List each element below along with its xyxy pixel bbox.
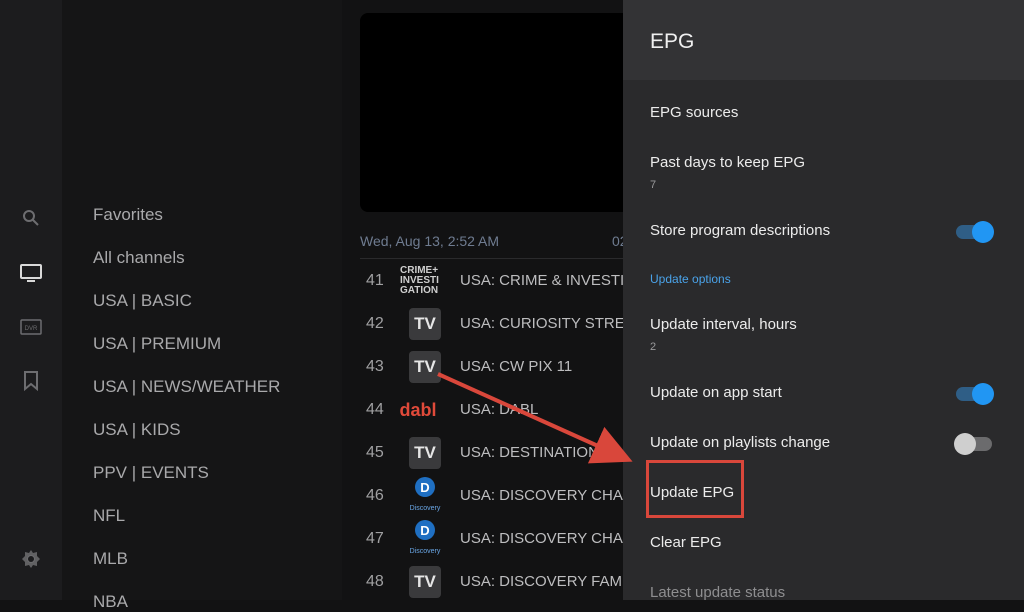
channel-logo: TV (408, 565, 442, 599)
discovery-logo-text: Discovery (409, 505, 441, 512)
category-item[interactable]: NFL (93, 506, 125, 526)
channel-row[interactable]: 46 D Discovery USA: DISCOVERY CHAN (360, 475, 640, 518)
discovery-logo-text: Discovery (409, 548, 441, 555)
toggle-knob (954, 433, 976, 455)
channel-row[interactable]: 48 TV USA: DISCOVERY FAMILY (360, 561, 644, 604)
category-item[interactable]: PPV | EVENTS (93, 463, 209, 483)
channel-logo: CRIME+ INVESTI GATION (400, 264, 442, 298)
channel-logo: D Discovery (408, 520, 442, 558)
category-item[interactable]: MLB (93, 549, 128, 569)
channel-number: 46 (366, 487, 384, 504)
channel-logo: TV (408, 307, 442, 341)
channel-row[interactable]: 43 TV USA: CW PIX 11 (360, 346, 640, 389)
update-interval-item[interactable]: Update interval, hours (650, 316, 797, 333)
video-preview[interactable] (360, 13, 660, 212)
channel-row[interactable]: 44 dabl USA: DABL (360, 389, 640, 432)
channel-name: USA: DABL (460, 401, 539, 418)
category-item[interactable]: USA | PREMIUM (93, 334, 221, 354)
dvr-icon[interactable]: DVR (19, 315, 43, 339)
toggle-knob (972, 383, 994, 405)
store-descriptions-toggle[interactable] (956, 221, 994, 243)
panel-title: EPG (650, 30, 695, 53)
category-item[interactable]: USA | NEWS/WEATHER (93, 377, 280, 397)
nav-rail: DVR (0, 0, 62, 600)
channel-number: 42 (366, 315, 384, 332)
epg-sources-item[interactable]: EPG sources (650, 104, 738, 121)
channel-number: 43 (366, 358, 384, 375)
panel-header: EPG (623, 0, 1024, 80)
update-interval-value: 2 (650, 341, 657, 353)
category-item[interactable]: NBA (93, 592, 128, 612)
update-on-playlist-toggle[interactable] (954, 433, 992, 455)
dvr-label: DVR (25, 326, 38, 332)
bookmark-icon[interactable] (19, 369, 43, 393)
channel-number: 45 (366, 444, 384, 461)
channel-name: USA: DISCOVERY CHAN (460, 530, 634, 547)
channel-row[interactable]: 42 TV USA: CURIOSITY STREAM (360, 303, 647, 346)
update-epg-highlight (646, 460, 744, 518)
channel-name: USA: DISCOVERY CHAN (460, 487, 634, 504)
tv-icon[interactable] (19, 261, 43, 285)
tv-logo-icon: TV (409, 437, 441, 469)
settings-icon[interactable] (19, 547, 43, 571)
past-days-value: 7 (650, 179, 657, 191)
channel-name: USA: DISCOVERY FAMILY (460, 573, 644, 590)
discovery-logo: D Discovery (408, 477, 442, 515)
update-on-playlist-item[interactable]: Update on playlists change (650, 434, 830, 451)
latest-update-status-item[interactable]: Latest update status (650, 584, 785, 601)
channel-logo: TV (408, 350, 442, 384)
category-item[interactable]: USA | BASIC (93, 291, 192, 311)
category-item[interactable]: All channels (93, 248, 185, 268)
update-on-start-item[interactable]: Update on app start (650, 384, 782, 401)
search-icon[interactable] (19, 206, 43, 230)
tv-logo-icon: TV (409, 566, 441, 598)
channel-name: USA: CW PIX 11 (460, 358, 573, 375)
store-descriptions-item[interactable]: Store program descriptions (650, 222, 830, 239)
channel-logo: dabl (399, 393, 442, 427)
category-list: Favorites All channels USA | BASIC USA |… (62, 0, 342, 611)
tv-logo-icon: TV (409, 308, 441, 340)
channel-number: 47 (366, 530, 384, 547)
channel-row[interactable]: 45 TV USA: DESTINATION A (360, 432, 640, 475)
dabl-logo: dabl (399, 399, 437, 420)
channel-name: USA: CRIME & INVESTIG (460, 272, 636, 289)
discovery-logo: D Discovery (408, 520, 442, 558)
channel-number: 48 (366, 573, 384, 590)
guide-datetime: Wed, Aug 13, 2:52 AM (360, 233, 500, 249)
update-options-header: Update options (650, 272, 731, 286)
channel-logo: TV (408, 436, 442, 470)
category-item[interactable]: Favorites (93, 205, 163, 225)
discovery-d-icon: D (415, 477, 435, 497)
update-on-start-toggle[interactable] (956, 383, 994, 405)
channel-logo: D Discovery (408, 477, 442, 515)
channel-number: 41 (366, 272, 384, 289)
channel-name: USA: DESTINATION A (460, 444, 613, 461)
clear-epg-button[interactable]: Clear EPG (650, 534, 722, 551)
category-item[interactable]: USA | KIDS (93, 420, 181, 440)
channel-number: 44 (366, 401, 384, 418)
tv-logo-icon: TV (409, 351, 441, 383)
crime-investigation-logo: CRIME+ INVESTI GATION (400, 265, 439, 296)
channel-row[interactable]: 47 D Discovery USA: DISCOVERY CHAN (360, 518, 640, 561)
past-days-item[interactable]: Past days to keep EPG (650, 154, 805, 171)
divider (360, 258, 630, 259)
channel-row[interactable]: 41 CRIME+ INVESTI GATION USA: CRIME & IN… (360, 260, 640, 303)
channel-name: USA: CURIOSITY STREAM (460, 315, 648, 332)
toggle-knob (972, 221, 994, 243)
discovery-d-icon: D (415, 520, 435, 540)
